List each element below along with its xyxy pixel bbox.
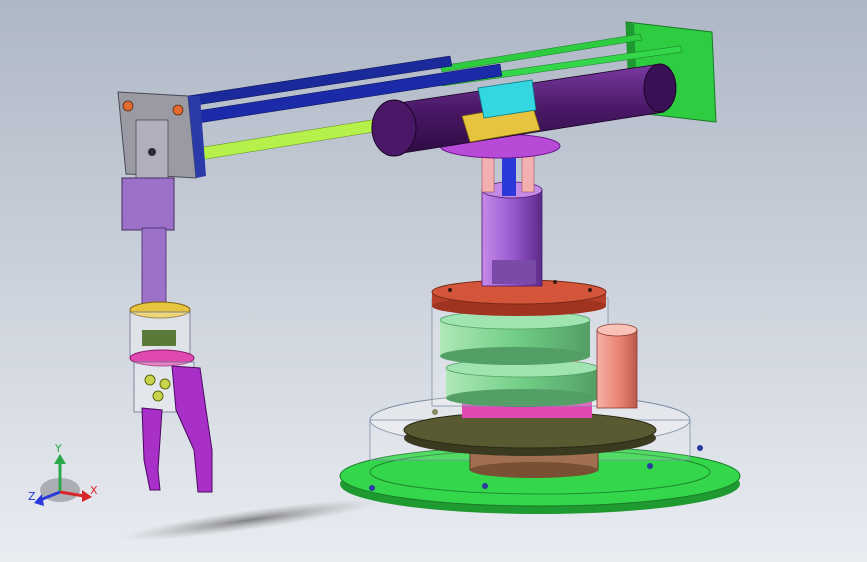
orientation-triad[interactable]: Y X Z — [28, 442, 98, 506]
bolt-icon — [482, 483, 488, 489]
bolt-icon — [369, 485, 375, 491]
cad-viewport[interactable]: Y X Z — [0, 0, 867, 562]
cylinder-end-rear — [643, 63, 677, 113]
blue-shaft — [502, 156, 516, 196]
arm-assembly[interactable] — [117, 21, 717, 179]
lime-rod[interactable] — [197, 117, 387, 161]
bolt-icon — [588, 288, 592, 292]
vertical-column[interactable] — [439, 133, 561, 287]
turret-stack[interactable] — [431, 279, 638, 418]
bolt-icon — [432, 409, 438, 415]
z-axis-label: Z — [28, 490, 36, 503]
robot-arm-model[interactable]: Y X Z — [0, 0, 867, 562]
drop-shadow — [121, 499, 379, 541]
gear-motor — [142, 330, 176, 346]
bolt-icon — [148, 148, 156, 156]
bolt-icon — [647, 463, 653, 469]
wrist-shaft[interactable] — [141, 227, 167, 305]
salmon-pillar-top — [596, 323, 638, 337]
bolt-icon — [553, 280, 557, 284]
gripper-finger-right[interactable] — [171, 365, 213, 493]
x-axis-label: X — [90, 484, 98, 497]
column-collar — [492, 260, 536, 284]
salmon-pillar[interactable] — [596, 329, 638, 409]
nut-icon — [122, 100, 134, 112]
nut-icon — [172, 104, 184, 116]
y-axis-label: Y — [54, 442, 62, 455]
bolt-icon — [448, 288, 452, 292]
y-axis-arrow-icon — [54, 454, 66, 464]
hub-bottom — [470, 462, 598, 478]
gripper-finger-left[interactable] — [141, 407, 163, 491]
gear-icon — [152, 390, 164, 402]
wrist-block[interactable] — [121, 177, 175, 231]
bolt-icon — [697, 445, 703, 451]
gripper-assembly[interactable] — [121, 177, 213, 493]
gear-icon — [144, 374, 156, 386]
cylinder-end-front — [371, 99, 417, 157]
gear-icon — [159, 378, 171, 390]
